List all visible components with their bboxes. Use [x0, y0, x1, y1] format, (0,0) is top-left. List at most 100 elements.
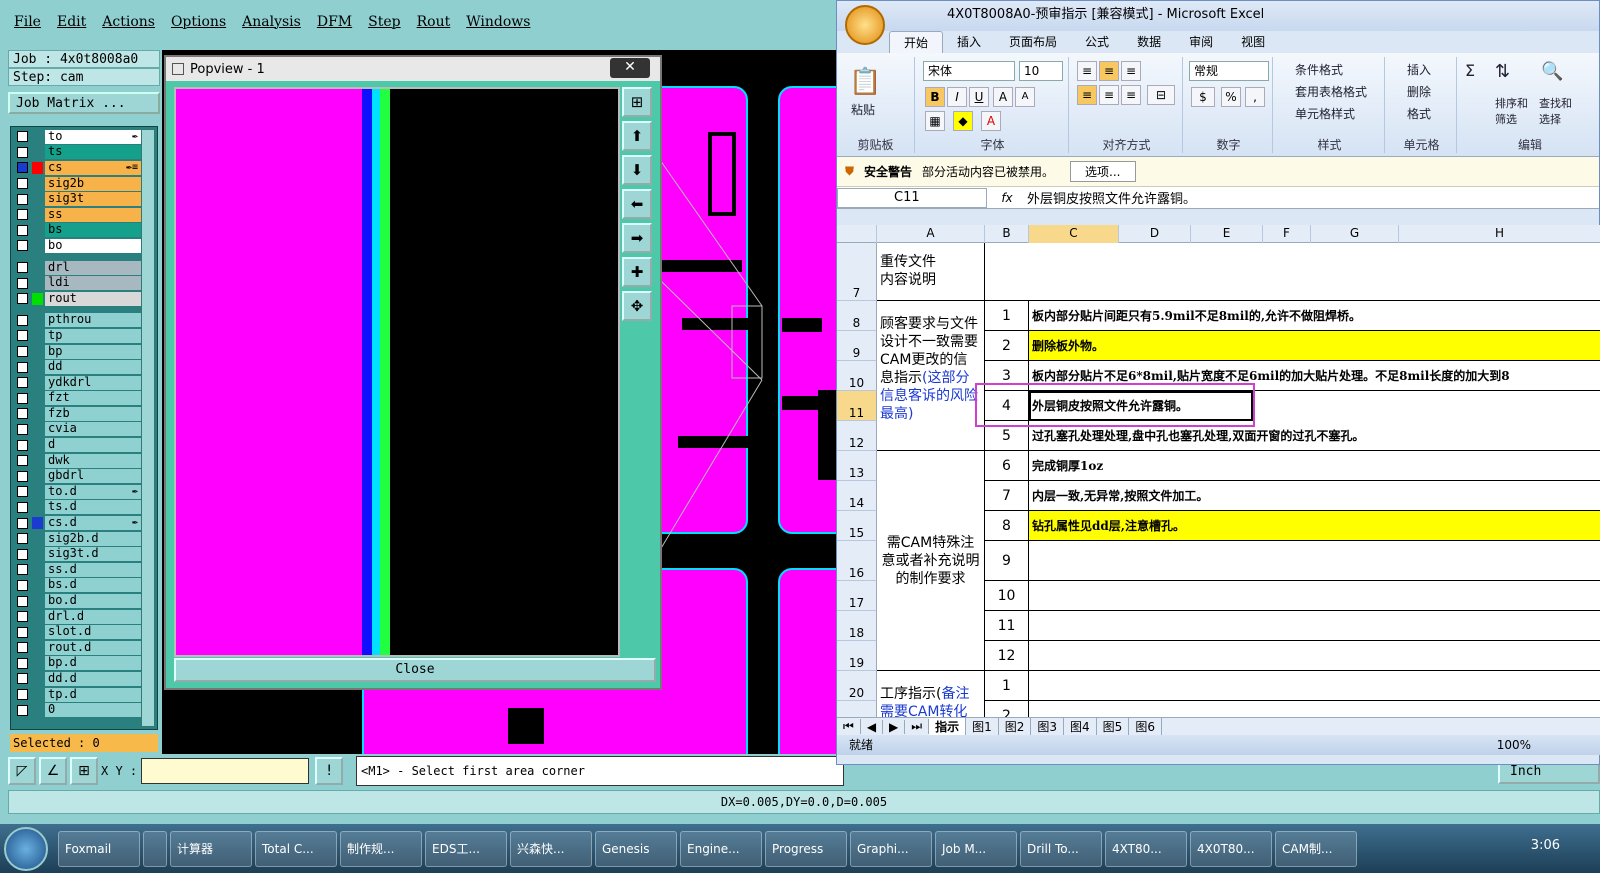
- layer-checkbox[interactable]: [17, 146, 28, 158]
- ribbon-tab[interactable]: 视图: [1227, 31, 1279, 53]
- layer-row[interactable]: sig2b: [13, 176, 141, 192]
- delete-cells-button[interactable]: 删除: [1407, 83, 1431, 100]
- cell-item-number[interactable]: 2: [985, 331, 1029, 361]
- zoom-level[interactable]: 100%: [1497, 735, 1531, 755]
- layer-checkbox[interactable]: [17, 689, 28, 701]
- align-left-icon[interactable]: ≡: [1077, 85, 1097, 105]
- sheet-tab[interactable]: 图6: [1129, 718, 1162, 735]
- layer-checkbox[interactable]: [17, 392, 28, 404]
- taskbar-item[interactable]: 制作规...: [340, 830, 422, 867]
- row-header[interactable]: 19: [837, 641, 877, 671]
- start-button[interactable]: [4, 826, 48, 871]
- security-options-button[interactable]: 选项...: [1070, 161, 1136, 182]
- align-center-icon[interactable]: ≡: [1099, 85, 1119, 105]
- layer-row[interactable]: ts: [13, 145, 141, 161]
- column-header[interactable]: H: [1399, 225, 1600, 243]
- exclamation-icon[interactable]: !: [315, 757, 344, 785]
- ribbon-tab[interactable]: 插入: [943, 31, 995, 53]
- row-header[interactable]: 21: [837, 701, 877, 717]
- layer-row[interactable]: bs.d: [13, 578, 141, 594]
- layer-checkbox[interactable]: [17, 361, 28, 373]
- layer-row[interactable]: ss: [13, 207, 141, 223]
- taskbar-item[interactable]: Progress: [765, 830, 847, 867]
- layer-checkbox[interactable]: [17, 293, 28, 305]
- taskbar-item[interactable]: [143, 830, 167, 867]
- layer-checkbox[interactable]: [17, 262, 28, 274]
- layer-checkbox[interactable]: [17, 673, 28, 685]
- layer-scrollbar[interactable]: [141, 129, 155, 727]
- cell-item-number[interactable]: 1: [985, 301, 1029, 331]
- layer-row[interactable]: drl: [13, 260, 141, 276]
- sheet-nav-icon[interactable]: ▶: [883, 719, 906, 734]
- sheet-tab[interactable]: 图3: [1031, 718, 1065, 735]
- name-box[interactable]: C11: [837, 187, 987, 208]
- layer-checkbox[interactable]: [17, 314, 28, 326]
- column-header[interactable]: B: [985, 225, 1029, 243]
- sheet-tab[interactable]: 图2: [999, 718, 1032, 735]
- row-header[interactable]: 14: [837, 481, 877, 511]
- menu-analysis[interactable]: Analysis: [242, 14, 301, 30]
- sheet-nav-icon[interactable]: ⏭: [905, 719, 930, 734]
- layer-row[interactable]: bo.d: [13, 593, 141, 609]
- column-header[interactable]: A: [877, 225, 985, 243]
- cell-item-text[interactable]: [1029, 541, 1600, 581]
- layer-row[interactable]: ss.d: [13, 562, 141, 578]
- table-format-button[interactable]: 套用表格格式: [1295, 83, 1367, 100]
- row-header[interactable]: 20: [837, 671, 877, 701]
- cell-item-number[interactable]: 6: [985, 451, 1029, 481]
- zoom-in-icon[interactable]: ✚: [622, 257, 652, 287]
- layer-checkbox[interactable]: [17, 377, 28, 389]
- row-header[interactable]: 15: [837, 511, 877, 541]
- taskbar-item[interactable]: Graphi...: [850, 830, 932, 867]
- layer-checkbox[interactable]: [17, 224, 28, 236]
- bold-button[interactable]: B: [925, 87, 945, 107]
- layer-checkbox[interactable]: [17, 486, 28, 498]
- layer-checkbox[interactable]: [17, 657, 28, 669]
- layer-row[interactable]: cs.d ✒: [13, 515, 141, 531]
- layer-checkbox[interactable]: [17, 564, 28, 576]
- layer-checkbox[interactable]: [17, 595, 28, 607]
- find-select-button[interactable]: 查找和选择: [1539, 95, 1575, 127]
- layer-checkbox[interactable]: [17, 423, 28, 435]
- merge-icon[interactable]: ⊟: [1147, 85, 1175, 105]
- cell-row7-label[interactable]: 重传文件 内容说明: [877, 243, 985, 301]
- cell-item-number[interactable]: 7: [985, 481, 1029, 511]
- layer-checkbox[interactable]: [17, 579, 28, 591]
- taskbar-item[interactable]: Genesis: [595, 830, 677, 867]
- conditional-format-button[interactable]: 条件格式: [1295, 61, 1343, 78]
- row-header[interactable]: 16: [837, 541, 877, 581]
- menu-rout[interactable]: Rout: [417, 14, 451, 30]
- cell-item-number[interactable]: 2: [985, 701, 1029, 717]
- zoom-fit-icon[interactable]: ⊞: [622, 87, 652, 117]
- row-header[interactable]: 11: [837, 391, 877, 421]
- layer-row[interactable]: rout: [13, 291, 141, 307]
- sheet-tab[interactable]: 图5: [1097, 718, 1130, 735]
- layer-checkbox[interactable]: [17, 330, 28, 342]
- cell-item-text[interactable]: [1029, 581, 1600, 611]
- layer-checkbox[interactable]: [17, 455, 28, 467]
- taskbar-item[interactable]: CAM制...: [1275, 830, 1357, 867]
- cell-item-text[interactable]: 外层铜皮按照文件允许露铜。: [1029, 391, 1253, 421]
- taskbar-item[interactable]: 4XT80...: [1105, 830, 1187, 867]
- layer-row[interactable]: rout.d: [13, 640, 141, 656]
- layer-checkbox[interactable]: [17, 240, 28, 252]
- cell-item-number[interactable]: 9: [985, 541, 1029, 581]
- job-matrix-button[interactable]: Job Matrix ...: [8, 92, 160, 114]
- ribbon-tab[interactable]: 公式: [1071, 31, 1123, 53]
- taskbar-item[interactable]: Foxmail: [58, 830, 140, 867]
- layer-checkbox[interactable]: [17, 548, 28, 560]
- office-button[interactable]: [845, 5, 885, 45]
- sort-filter-icon[interactable]: ⇅: [1495, 61, 1510, 82]
- cell-item-text[interactable]: [1029, 701, 1600, 717]
- fx-icon[interactable]: fx: [987, 191, 1027, 205]
- menu-file[interactable]: File: [14, 14, 41, 30]
- layer-row[interactable]: 0: [13, 702, 141, 718]
- ribbon-tab[interactable]: 审阅: [1175, 31, 1227, 53]
- layer-checkbox[interactable]: [17, 501, 28, 513]
- select-all[interactable]: [837, 225, 877, 243]
- layer-row[interactable]: bp.d: [13, 656, 141, 672]
- layer-checkbox[interactable]: [17, 626, 28, 638]
- layer-checkbox[interactable]: [17, 517, 28, 529]
- comma-icon[interactable]: ,: [1245, 87, 1265, 107]
- column-header[interactable]: G: [1311, 225, 1399, 243]
